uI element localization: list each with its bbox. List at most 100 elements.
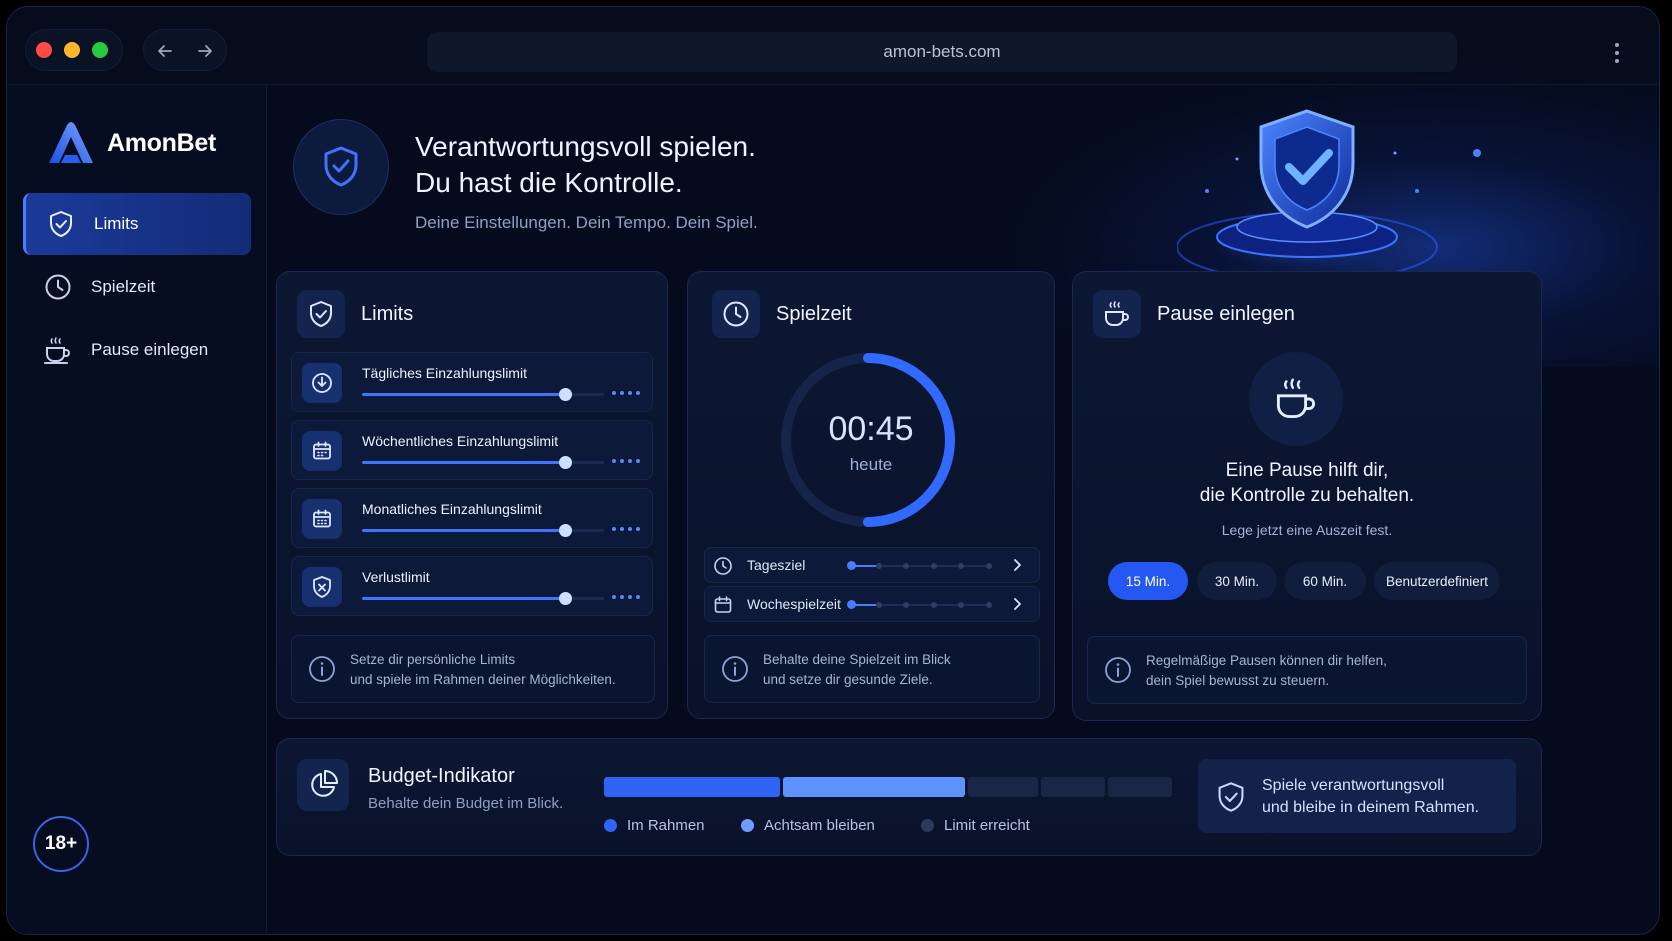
limits-info-text: Setze dir persönliche Limits und spiele … <box>350 652 616 687</box>
minimize-window-button[interactable] <box>64 42 80 58</box>
legend-in-range: Im Rahmen <box>604 817 705 834</box>
coffee-cup-badge <box>1249 352 1343 446</box>
amonbet-logo-icon <box>49 122 93 163</box>
slider-handle[interactable] <box>559 456 573 469</box>
budget-segment-in-range <box>604 777 780 797</box>
forward-button[interactable] <box>184 30 226 72</box>
age-restriction-badge: 18+ <box>33 816 89 872</box>
shield-check-icon <box>297 290 345 338</box>
history-navigation <box>143 29 227 71</box>
more-options-icon[interactable] <box>612 459 640 463</box>
more-options-icon[interactable] <box>612 527 640 531</box>
calendar-icon <box>714 596 732 613</box>
shield-check-icon <box>46 209 76 239</box>
info-icon <box>309 656 335 682</box>
browser-window: amon-bets.com AmonBet Limits Spielzeit P… <box>6 6 1660 935</box>
limits-card-title: Limits <box>361 302 414 325</box>
sidebar-item-label: Spielzeit <box>91 277 156 296</box>
maximize-window-button[interactable] <box>92 42 108 58</box>
info-icon <box>722 656 748 682</box>
budget-segment-mindful <box>783 777 965 797</box>
coffee-cup-icon <box>1093 290 1141 338</box>
slider-handle[interactable] <box>559 388 573 401</box>
legend-dot <box>604 819 617 832</box>
back-button[interactable] <box>144 30 186 72</box>
slider-handle[interactable] <box>559 592 573 605</box>
pause-headline: Eine Pause hilft dir, die Kontrolle zu b… <box>1199 460 1415 506</box>
slider-handle[interactable] <box>559 524 573 537</box>
pause-card-header: Pause einlegen <box>1093 290 1295 338</box>
budget-card: Budget-Indikator Behalte dein Budget im … <box>276 738 1542 856</box>
more-options-icon[interactable] <box>612 595 640 599</box>
playtime-card-header: Spielzeit <box>712 290 852 338</box>
limit-row-loss[interactable]: Verlustlimit <box>291 556 653 616</box>
clock-icon <box>43 272 73 302</box>
arrow-left-icon <box>158 45 172 57</box>
pause-caption: Lege jetzt eine Auszeit fest. <box>1221 522 1393 538</box>
calendar-icon <box>302 499 342 539</box>
budget-segment-limit <box>968 777 1038 797</box>
browser-menu-button[interactable] <box>1615 43 1621 63</box>
limit-label: Monatliches Einzahlungslimit <box>362 501 542 517</box>
arrow-right-icon <box>198 45 212 57</box>
coffee-cup-icon <box>1276 378 1316 419</box>
hero-title: Verantwortungsvoll spielen. Du hast die … <box>415 131 756 198</box>
pause-card-title: Pause einlegen <box>1157 302 1295 325</box>
sidebar-item-pause[interactable]: Pause einlegen <box>23 319 251 381</box>
slider-handle[interactable] <box>847 600 856 609</box>
pie-chart-icon <box>297 759 349 811</box>
hero-shield-illustration <box>1177 109 1481 282</box>
hero-subtitle: Deine Einstellungen. Dein Tempo. Dein Sp… <box>415 213 758 232</box>
pause-option-60[interactable]: 60 Min. <box>1284 562 1366 600</box>
sidebar-item-limits[interactable]: Limits <box>23 193 251 255</box>
sidebar-item-label: Limits <box>94 214 139 233</box>
limit-slider[interactable] <box>362 592 604 605</box>
limit-slider[interactable] <box>362 388 604 401</box>
chevron-right-icon[interactable] <box>1009 557 1025 573</box>
pause-info-box: Regelmäßige Pausen können dir helfen, de… <box>1087 636 1527 704</box>
slider-handle[interactable] <box>847 561 856 570</box>
playtime-info-text: Behalte deine Spielzeit im Blick und set… <box>763 652 951 687</box>
sidebar: AmonBet Limits Spielzeit Pause einlegen … <box>7 85 267 934</box>
sidebar-item-spielzeit[interactable]: Spielzeit <box>23 256 251 318</box>
url-text: amon-bets.com <box>883 42 1001 61</box>
limit-label: Tägliches Einzahlungslimit <box>362 365 527 381</box>
pause-option-15[interactable]: 15 Min. <box>1108 562 1188 600</box>
playtime-card-title: Spielzeit <box>776 302 852 325</box>
clock-icon <box>712 290 760 338</box>
goal-row-daily[interactable]: Tagesziel <box>704 547 1040 583</box>
limits-info-box: Setze dir persönliche Limits und spiele … <box>291 635 655 703</box>
more-options-icon[interactable] <box>612 391 640 395</box>
address-bar[interactable]: amon-bets.com <box>427 32 1457 72</box>
limit-row-weekly[interactable]: Wöchentliches Einzahlungslimit <box>291 420 653 480</box>
brand-logo[interactable]: AmonBet <box>47 121 216 165</box>
shield-x-icon <box>302 567 342 607</box>
pause-option-custom[interactable]: Benutzerdefiniert <box>1374 562 1500 600</box>
goal-row-weekly[interactable]: Wochespielzeit <box>704 586 1040 622</box>
clock-icon <box>714 557 732 575</box>
budget-segment-limit <box>1041 777 1105 797</box>
legend-limit-reached: Limit erreicht <box>921 817 1030 834</box>
pause-option-30[interactable]: 30 Min. <box>1197 562 1277 600</box>
coffee-cup-icon <box>43 335 73 365</box>
budget-callout: Spiele verantwortungsvoll und bleibe in … <box>1198 759 1516 833</box>
legend-dot <box>921 819 934 832</box>
limit-slider[interactable] <box>362 456 604 469</box>
info-icon <box>1105 657 1131 683</box>
goal-slider[interactable] <box>847 600 992 609</box>
pause-info-text: Regelmäßige Pausen können dir helfen, de… <box>1146 653 1387 688</box>
limit-row-monthly[interactable]: Monatliches Einzahlungslimit <box>291 488 653 548</box>
limit-slider[interactable] <box>362 524 604 537</box>
goal-label: Tagesziel <box>747 557 806 573</box>
pause-card: Pause einlegen Eine Pause hilft dir, die… <box>1072 271 1542 721</box>
goal-label: Wochespielzeit <box>747 596 841 612</box>
sidebar-item-label: Pause einlegen <box>91 340 209 359</box>
budget-segment-limit <box>1108 777 1172 797</box>
close-window-button[interactable] <box>36 42 52 58</box>
limit-row-daily[interactable]: Tägliches Einzahlungslimit <box>291 352 653 412</box>
chevron-right-icon[interactable] <box>1009 596 1025 612</box>
legend-dot <box>741 819 754 832</box>
goal-slider[interactable] <box>847 561 992 570</box>
brand-name: AmonBet <box>107 128 217 157</box>
limit-label: Verlustlimit <box>362 569 430 585</box>
